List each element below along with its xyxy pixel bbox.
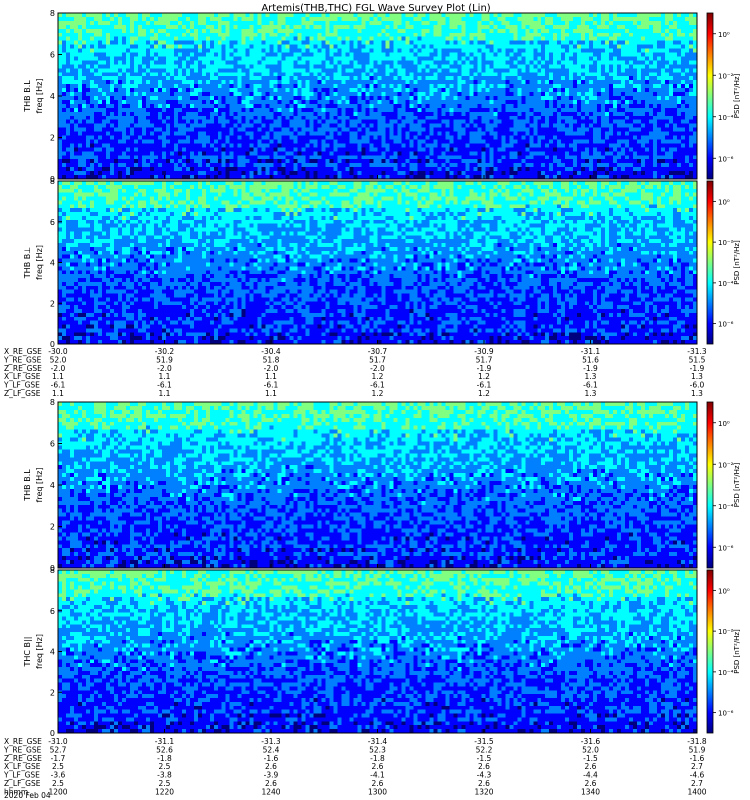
ephem-value: 1.3 bbox=[585, 389, 597, 398]
colorbar bbox=[706, 401, 714, 569]
colorbar-label: PSD [nT²/Hz] bbox=[733, 462, 741, 507]
ephem-value: 1300 bbox=[368, 787, 387, 796]
y-axis-label: freq [Hz] bbox=[35, 79, 44, 114]
ephem-value: 1200 bbox=[48, 787, 67, 796]
ephem-value: 1.3 bbox=[691, 389, 703, 398]
colorbar-tick-label: 10⁻² bbox=[718, 72, 734, 80]
y-tick-label: 4 bbox=[50, 481, 55, 490]
spectrogram-panel-4: 02468THC B|| freq [Hz]10⁰10⁻²10⁻⁴10⁻⁶PSD … bbox=[23, 566, 741, 738]
ephem-value: 1320 bbox=[474, 787, 493, 796]
y-tick-label: 2 bbox=[50, 688, 55, 697]
colorbar bbox=[706, 180, 714, 345]
colorbar-tick-label: 10⁰ bbox=[718, 31, 730, 39]
y-axis-label: freq [Hz] bbox=[35, 245, 44, 280]
spectrogram-image bbox=[58, 402, 697, 568]
y-tick-label: 8 bbox=[50, 9, 55, 18]
ephem-value: 1240 bbox=[261, 787, 280, 796]
spectrogram-panel-1: 02468THB B.L freq [Hz]10⁰10⁻²10⁻⁴10⁻⁶PSD … bbox=[23, 9, 741, 184]
colorbar-tick-label: 10⁻² bbox=[718, 239, 734, 247]
ephem-value: 1.1 bbox=[159, 389, 171, 398]
colorbar-tick-label: 10⁻⁶ bbox=[718, 155, 734, 163]
y-tick-label: 6 bbox=[50, 218, 55, 227]
colorbar-label: PSD [nT²/Hz] bbox=[733, 73, 741, 118]
y-tick-label: 8 bbox=[50, 566, 55, 575]
colorbar-tick-label: 10⁻⁶ bbox=[718, 544, 734, 552]
colorbar-tick-label: 10⁻⁴ bbox=[718, 280, 734, 288]
colorbar bbox=[706, 12, 714, 180]
colorbar-tick-label: 10⁰ bbox=[718, 587, 730, 595]
band-label: THC B|| bbox=[23, 637, 32, 668]
y-tick-label: 2 bbox=[50, 299, 55, 308]
spectrogram-image bbox=[58, 570, 697, 733]
y-tick-label: 6 bbox=[50, 51, 55, 60]
ephem-value: 1340 bbox=[581, 787, 600, 796]
spectrogram-image bbox=[58, 13, 697, 179]
y-tick-label: 8 bbox=[50, 398, 55, 407]
band-label: THB B⊥ bbox=[23, 247, 32, 279]
ephem-value: 1.2 bbox=[478, 389, 490, 398]
wave-survey-figure: Artemis(THB,THC) FGL Wave Survey Plot (L… bbox=[3, 3, 741, 800]
figure-title: Artemis(THB,THC) FGL Wave Survey Plot (L… bbox=[261, 3, 490, 14]
band-label: THB B.L bbox=[23, 469, 32, 502]
ephem-row-label: Z_LF_GSE bbox=[4, 389, 41, 398]
colorbar-tick-label: 10⁻⁶ bbox=[718, 321, 734, 329]
y-tick-label: 6 bbox=[50, 440, 55, 449]
colorbar-tick-label: 10⁻² bbox=[718, 461, 734, 469]
date-label: 2020 Feb 04 bbox=[4, 791, 51, 800]
y-tick-label: 2 bbox=[50, 134, 55, 143]
colorbar-tick-label: 10⁰ bbox=[718, 198, 730, 206]
colorbar-label: PSD [nT²/Hz] bbox=[733, 629, 741, 674]
y-tick-label: 8 bbox=[50, 177, 55, 186]
y-tick-label: 4 bbox=[50, 92, 55, 101]
colorbar-tick-label: 10⁻² bbox=[718, 628, 734, 636]
colorbar-label: PSD [nT²/Hz] bbox=[733, 240, 741, 285]
spectrogram-panel-3: 02468THB B.L freq [Hz]10⁰10⁻²10⁻⁴10⁻⁶PSD … bbox=[23, 398, 741, 573]
y-tick-label: 2 bbox=[50, 523, 55, 532]
ephem-value: 1.2 bbox=[372, 389, 384, 398]
ephem-value: 1220 bbox=[155, 787, 174, 796]
colorbar-tick-label: 10⁻⁶ bbox=[718, 710, 734, 718]
colorbar-tick-label: 10⁻⁴ bbox=[718, 669, 734, 677]
colorbar-tick-label: 10⁰ bbox=[718, 420, 730, 428]
y-tick-label: 6 bbox=[50, 607, 55, 616]
y-axis-label: freq [Hz] bbox=[35, 468, 44, 503]
band-label: THB B.L bbox=[23, 80, 32, 113]
y-tick-label: 4 bbox=[50, 648, 55, 657]
colorbar bbox=[706, 569, 714, 734]
spectrogram-image bbox=[58, 181, 697, 344]
ephem-value: 1.1 bbox=[52, 389, 64, 398]
y-axis-label: freq [Hz] bbox=[35, 634, 44, 669]
colorbar-tick-label: 10⁻⁴ bbox=[718, 114, 734, 122]
ephem-value: 1.1 bbox=[265, 389, 277, 398]
colorbar-tick-label: 10⁻⁴ bbox=[718, 503, 734, 511]
spectrogram-panel-2: 02468THB B⊥ freq [Hz]10⁰10⁻²10⁻⁴10⁻⁶PSD [… bbox=[23, 177, 741, 349]
ephem-value: 1400 bbox=[687, 787, 706, 796]
y-tick-label: 4 bbox=[50, 259, 55, 268]
